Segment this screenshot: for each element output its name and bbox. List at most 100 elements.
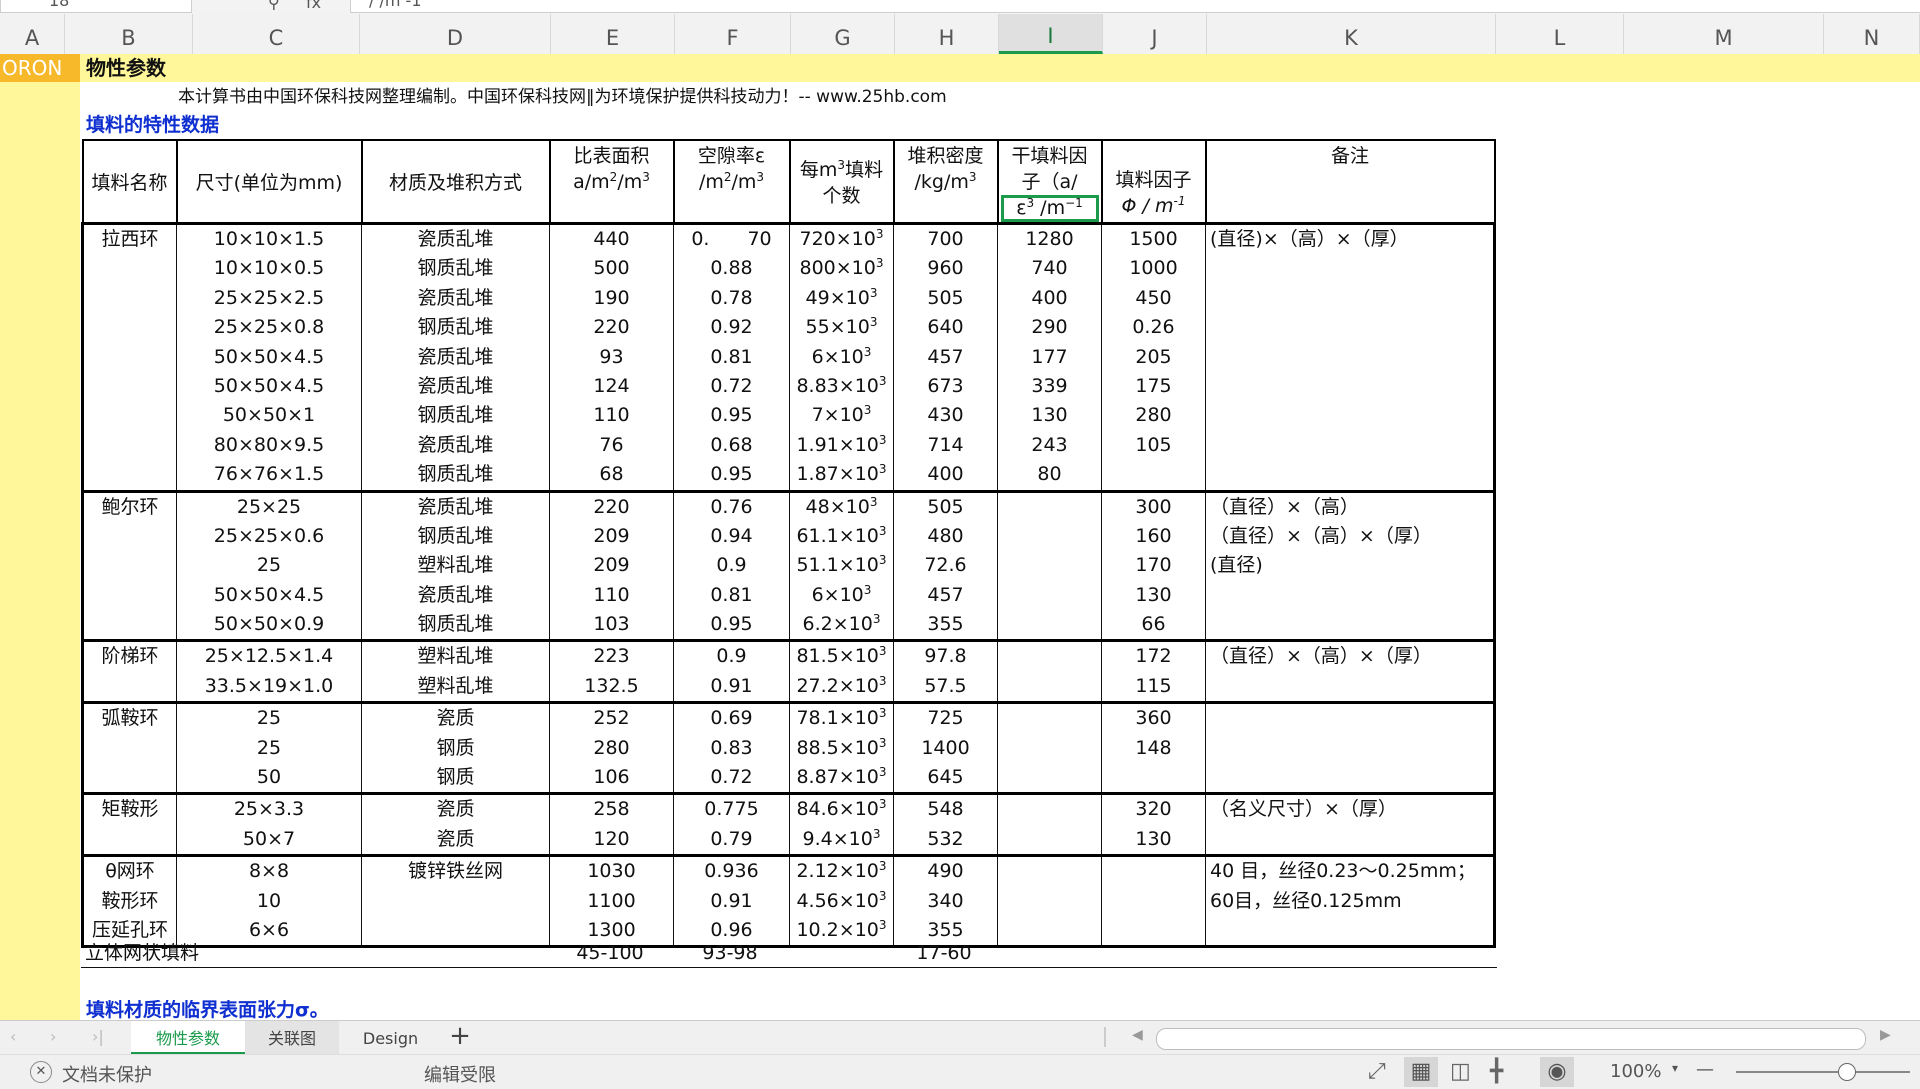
- header-size[interactable]: 尺寸(单位为mm): [175, 139, 363, 225]
- column-header-l[interactable]: L: [1496, 14, 1624, 54]
- cell-void[interactable]: 0.9 0.91: [673, 639, 790, 704]
- cell-void[interactable]: 0. 70 0.88 0.78 0.92 0.81 0.72 0.95 0.68 0.95: [673, 222, 790, 492]
- cell-dry-factor[interactable]: [997, 489, 1102, 642]
- scroll-right-icon[interactable]: ▶: [1880, 1027, 1891, 1043]
- bottom-section-title[interactable]: 填料材质的临界表面张力σ。: [86, 1000, 329, 1020]
- cell-material[interactable]: 瓷质 钢质 钢质: [361, 701, 550, 795]
- cell-size[interactable]: 25×25 25×25×0.6 25 50×50×4.5 50×50×0.9: [176, 489, 362, 642]
- cell-remark[interactable]: 40 目，丝径0.23～0.25mm； 60目，丝径0.125mm: [1205, 854, 1496, 949]
- column-header-d[interactable]: D: [360, 14, 551, 54]
- cell-remark[interactable]: [1205, 701, 1496, 795]
- cell-size[interactable]: 25 25 50: [176, 701, 362, 795]
- credit-line[interactable]: 本计算书由中国环保科技网整理编制。中国环保科技网‖为环境保护提供科技动力！-- …: [178, 84, 947, 110]
- column-header-k[interactable]: K: [1207, 14, 1496, 54]
- cell-density[interactable]: 97.8 57.5: [893, 639, 998, 704]
- header-remark[interactable]: 备注: [1204, 139, 1496, 225]
- footer-density[interactable]: 17-60: [892, 939, 996, 967]
- cell-count[interactable]: 48×103 61.1×103 51.1×103 6×103 6.2×103: [789, 489, 894, 642]
- cell-dry-factor[interactable]: [997, 701, 1102, 795]
- cell-count[interactable]: 720×103 800×103 49×103 55×103 6×103 8.83×103 7…: [789, 222, 894, 492]
- cell-packing-factor[interactable]: [1101, 854, 1206, 949]
- last-sheet-icon[interactable]: ›|: [92, 1027, 104, 1046]
- header-name[interactable]: 填料名称: [81, 139, 178, 225]
- column-header-e[interactable]: E: [551, 14, 675, 54]
- cell-packing-factor[interactable]: 172 115: [1101, 639, 1206, 704]
- protect-status[interactable]: 文档未保护: [62, 1061, 152, 1087]
- cell-area[interactable]: 440 500 190 220 93 124 110 76 68: [549, 222, 674, 492]
- cell-dry-factor[interactable]: [997, 792, 1102, 857]
- column-header-g[interactable]: G: [791, 14, 895, 54]
- footer-name[interactable]: 立体网状填料: [85, 939, 199, 967]
- cell-packing-name[interactable]: 矩鞍形: [81, 792, 177, 857]
- cell-void[interactable]: 0.76 0.94 0.9 0.81 0.95: [673, 489, 790, 642]
- cell-area[interactable]: 252 280 106: [549, 701, 674, 795]
- section-title[interactable]: 填料的特性数据: [86, 112, 219, 138]
- cell-packing-factor[interactable]: 320 130: [1101, 792, 1206, 857]
- cell-material[interactable]: 瓷质乱堆 钢质乱堆 塑料乱堆 瓷质乱堆 钢质乱堆: [361, 489, 550, 642]
- cell-density[interactable]: 725 1400 645: [893, 701, 998, 795]
- cell-size[interactable]: 10×10×1.5 10×10×0.5 25×25×2.5 25×25×0.8 50×5…: [176, 222, 362, 492]
- zoom-dropdown-icon[interactable]: ▾: [1672, 1061, 1678, 1075]
- zoom-level[interactable]: 100%: [1610, 1061, 1661, 1082]
- cell-packing-name[interactable]: 阶梯环: [81, 639, 177, 704]
- column-header-h[interactable]: H: [895, 14, 999, 54]
- header-material[interactable]: 材质及堆积方式: [360, 139, 551, 225]
- scroll-left-icon[interactable]: ◀: [1132, 1027, 1143, 1043]
- cell-count[interactable]: 2.12×103 4.56×103 10.2×103: [789, 854, 894, 949]
- header-specific-area[interactable]: 比表面积 a/m2/m3: [548, 139, 675, 225]
- tab-design[interactable]: Design: [339, 1021, 442, 1055]
- cell-remark[interactable]: （直径）×（高） （直径）×（高）×（厚） (直径): [1205, 489, 1496, 642]
- column-header-j[interactable]: J: [1103, 14, 1207, 54]
- cell-packing-factor[interactable]: 300 160 170 130 66: [1101, 489, 1206, 642]
- page-layout-icon[interactable]: ◫: [1450, 1059, 1471, 1084]
- footer-void[interactable]: 93-98: [672, 939, 788, 967]
- header-voidage[interactable]: 空隙率ε /m2/m3: [672, 139, 791, 225]
- corner-label-cell[interactable]: ORON: [0, 54, 80, 82]
- cell-void[interactable]: 0.775 0.79: [673, 792, 790, 857]
- normal-view-icon[interactable]: ▦: [1404, 1057, 1438, 1087]
- cell-size[interactable]: 25×3.3 50×7: [176, 792, 362, 857]
- edit-status[interactable]: 编辑受限: [424, 1061, 496, 1087]
- cell-packing-factor[interactable]: 1500 1000 450 0.26 205 175 280 105: [1101, 222, 1206, 492]
- cell-packing-name[interactable]: 拉西环: [81, 222, 177, 492]
- prev-sheet-icon[interactable]: ‹: [10, 1027, 16, 1046]
- header-count[interactable]: 每m3填料 个数: [788, 139, 895, 225]
- header-bulk-density[interactable]: 堆积密度 /kg/m3: [892, 139, 999, 225]
- cell-material[interactable]: 瓷质 瓷质: [361, 792, 550, 857]
- cell-void[interactable]: 0.69 0.83 0.72: [673, 701, 790, 795]
- next-sheet-icon[interactable]: ›: [50, 1027, 56, 1046]
- eye-protection-icon[interactable]: ◉: [1540, 1057, 1574, 1087]
- cell-density[interactable]: 700 960 505 640 457 673 430 714 400: [893, 222, 998, 492]
- cell-remark[interactable]: (直径)×（高）×（厚）: [1205, 222, 1496, 492]
- footer-area[interactable]: 45-100: [548, 939, 672, 967]
- add-sheet-button[interactable]: +: [442, 1021, 478, 1055]
- cell-void[interactable]: 0.936 0.91 0.96: [673, 854, 790, 949]
- tab-wuxing[interactable]: 物性参数: [131, 1021, 245, 1055]
- zoom-slider-track[interactable]: [1736, 1071, 1910, 1073]
- horizontal-scrollbar[interactable]: [1156, 1028, 1866, 1050]
- selected-cell-i3[interactable]: ε3 /m−1: [1000, 195, 1099, 222]
- zoom-out-button[interactable]: —: [1696, 1059, 1714, 1080]
- cell-count[interactable]: 78.1×103 88.5×103 8.87×103: [789, 701, 894, 795]
- cell-area[interactable]: 1030 1100 1300: [549, 854, 674, 949]
- magnifier-icon[interactable]: ⚲: [268, 0, 280, 12]
- cell-density[interactable]: 505 480 72.6 457 355: [893, 489, 998, 642]
- cell-material[interactable]: 镀锌铁丝网: [361, 854, 550, 949]
- fullscreen-icon[interactable]: ⤢: [1368, 1059, 1386, 1084]
- page-break-icon[interactable]: ╋: [1490, 1059, 1503, 1084]
- column-header-m[interactable]: M: [1624, 14, 1824, 54]
- cell-packing-factor[interactable]: 360 148: [1101, 701, 1206, 795]
- header-dry-factor[interactable]: 干填料因 子（a/ ε3 /m−1: [996, 139, 1103, 225]
- cell-area[interactable]: 223 132.5: [549, 639, 674, 704]
- column-header-c[interactable]: C: [193, 14, 360, 54]
- cell-area[interactable]: 220 209 209 110 103: [549, 489, 674, 642]
- cell-area[interactable]: 258 120: [549, 792, 674, 857]
- cell-packing-name[interactable]: 弧鞍环: [81, 701, 177, 795]
- zoom-slider-thumb[interactable]: [1838, 1063, 1856, 1081]
- cell-dry-factor[interactable]: [997, 854, 1102, 949]
- column-header-i[interactable]: I: [999, 14, 1103, 54]
- cell-size[interactable]: 25×12.5×1.4 33.5×19×1.0: [176, 639, 362, 704]
- column-header-b[interactable]: B: [65, 14, 193, 54]
- name-box[interactable]: 18: [0, 0, 192, 13]
- cell-remark[interactable]: （名义尺寸）×（厚）: [1205, 792, 1496, 857]
